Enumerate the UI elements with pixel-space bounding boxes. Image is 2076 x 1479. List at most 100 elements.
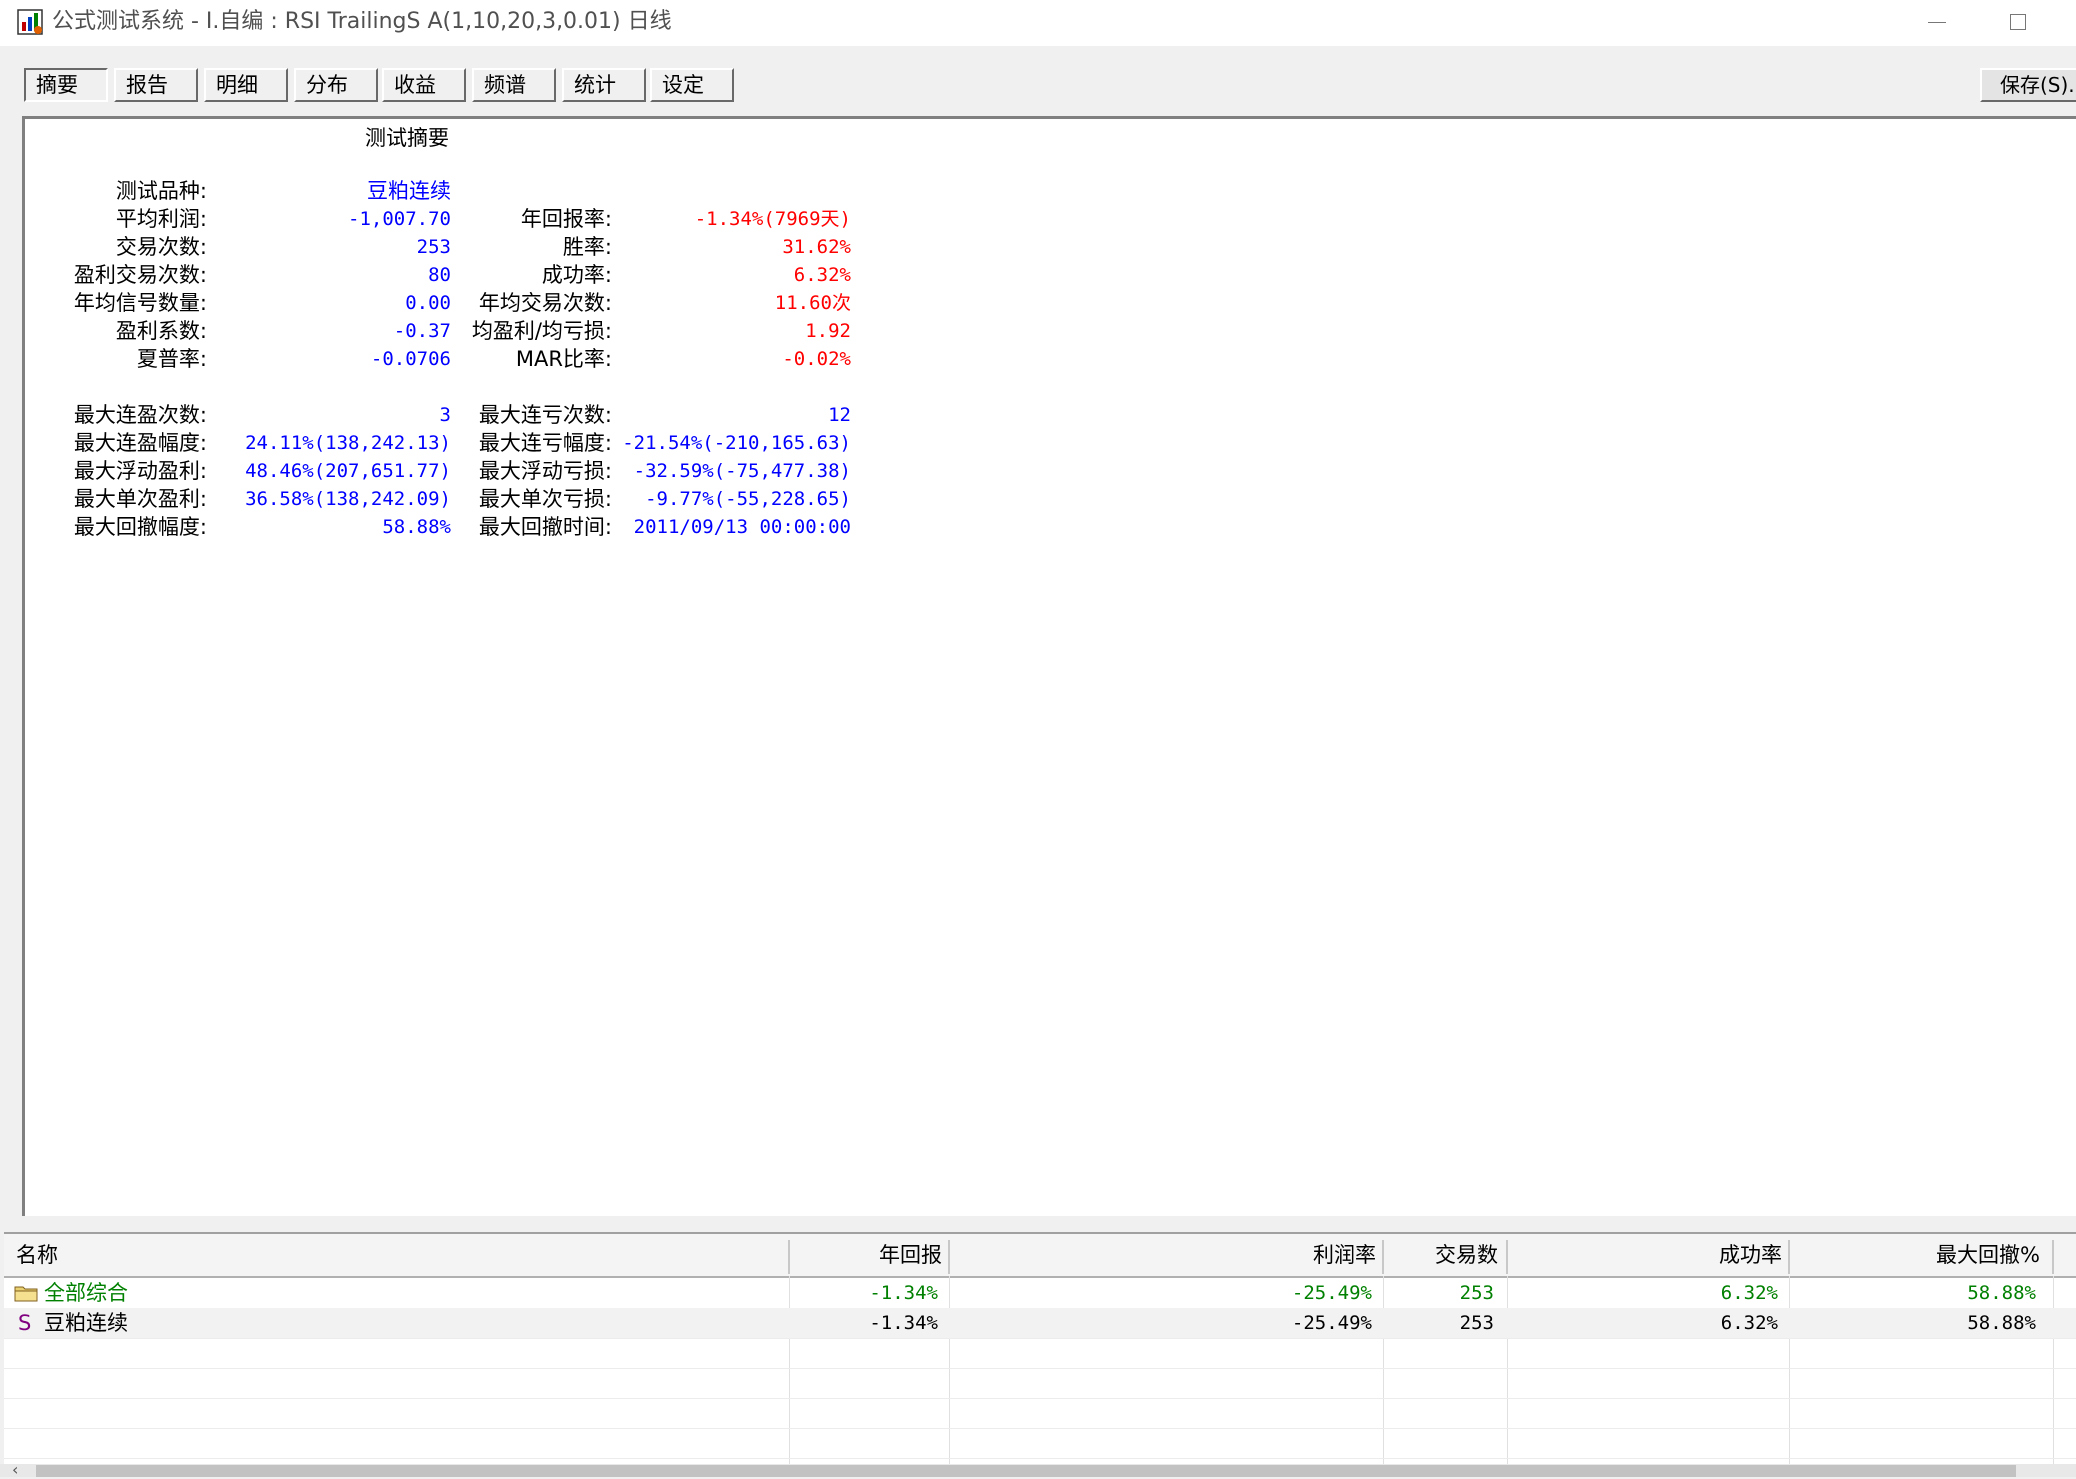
column-divider[interactable] (2052, 1240, 2054, 1274)
max-consec-win-amount-label: 最大连盈幅度: (73, 431, 207, 455)
tab-report[interactable]: 报告 (114, 68, 198, 102)
column-divider[interactable] (788, 1240, 790, 1274)
max-drawdown-time-value: 2011/09/13 00:00:00 (633, 516, 851, 538)
column-divider[interactable] (1788, 1240, 1790, 1274)
instrument-label: 测试品种: (115, 179, 207, 203)
annual-return-label: 年回报率: (520, 207, 612, 231)
tab-distribution[interactable]: 分布 (294, 68, 378, 102)
tab-statistics[interactable]: 统计 (562, 68, 646, 102)
chart-app-icon (17, 9, 43, 35)
column-divider[interactable] (1382, 1240, 1384, 1274)
max-consec-loss-amount-value: -21.54%(-210,165.63) (622, 432, 851, 454)
max-consec-win-amount-value: 24.11%(138,242.13) (245, 432, 451, 454)
annual-trades-value: 11.60次 (774, 292, 851, 314)
tab-detail[interactable]: 明细 (204, 68, 288, 102)
grid-line (4, 1338, 2076, 1339)
avg-win-loss-label: 均盈利/均亏损: (471, 319, 612, 343)
grid-line (4, 1428, 2076, 1429)
row-profit-rate: -25.49% (1291, 1312, 1372, 1334)
grid-line (4, 1398, 2076, 1399)
row-name: 豆粕连续 (44, 1311, 128, 1335)
avg-win-loss-value: 1.92 (805, 320, 851, 342)
tab-summary[interactable]: 摘要 (24, 68, 108, 102)
column-divider[interactable] (1506, 1240, 1508, 1274)
max-drawdown-time-label: 最大回撤时间: (478, 515, 612, 539)
winning-trades-label: 盈利交易次数: (73, 263, 207, 287)
max-consec-losses-value: 12 (828, 404, 851, 426)
row-success-rate: 6.32% (1720, 1312, 1778, 1334)
success-rate-label: 成功率: (541, 263, 612, 287)
win-rate-label: 胜率: (562, 235, 612, 259)
annual-return-value: -1.34%(7969天) (694, 208, 851, 230)
row-max-drawdown: 58.88% (1967, 1282, 2036, 1304)
row-annual-return: -1.34% (869, 1282, 938, 1304)
col-header-max-drawdown[interactable]: 最大回撤% (1936, 1234, 2040, 1276)
max-floating-profit-value: 48.46%(207,651.77) (245, 460, 451, 482)
annual-signals-label: 年均信号数量: (73, 291, 207, 315)
col-header-trade-count[interactable]: 交易数 (1435, 1234, 1498, 1276)
trade-count-label: 交易次数: (115, 235, 207, 259)
col-header-name[interactable]: 名称 (16, 1234, 58, 1276)
row-profit-rate: -25.49% (1291, 1282, 1372, 1304)
trade-count-value: 253 (416, 236, 451, 258)
profit-factor-value: -0.37 (393, 320, 451, 342)
table-row[interactable]: 全部综合 -1.34% -25.49% 253 6.32% 58.88% (4, 1278, 2076, 1308)
row-annual-return: -1.34% (869, 1312, 938, 1334)
window-title: 公式测试系统 - I.自编 : RSI TrailingS A(1,10,20,… (52, 9, 672, 34)
mar-ratio-label: MAR比率: (515, 347, 612, 371)
win-rate-value: 31.62% (782, 236, 851, 258)
row-max-drawdown: 58.88% (1967, 1312, 2036, 1334)
instrument-value: 豆粕连续 (367, 179, 451, 203)
strategy-s-icon: S (18, 1311, 32, 1335)
tab-settings[interactable]: 设定 (650, 68, 734, 102)
summary-panel: 测试摘要 测试品种: 豆粕连续 平均利润: -1,007.70 交易次数: 25… (22, 116, 2076, 1216)
row-success-rate: 6.32% (1720, 1282, 1778, 1304)
title-bar: 公式测试系统 - I.自编 : RSI TrailingS A(1,10,20,… (0, 0, 2076, 46)
col-header-profit-rate[interactable]: 利润率 (1313, 1234, 1376, 1276)
annual-trades-label: 年均交易次数: (478, 291, 612, 315)
save-button[interactable]: 保存(S)... (1980, 68, 2076, 102)
avg-profit-label: 平均利润: (115, 207, 207, 231)
grid-line (4, 1458, 2076, 1459)
max-drawdown-value: 58.88% (382, 516, 451, 538)
results-grid: 名称 年回报 利润率 交易数 成功率 最大回撤% 全部综合 -1.34% -25… (4, 1232, 2076, 1466)
folder-icon (14, 1286, 38, 1302)
max-consec-wins-value: 3 (439, 404, 451, 426)
profit-factor-label: 盈利系数: (115, 319, 207, 343)
max-drawdown-label: 最大回撤幅度: (73, 515, 207, 539)
max-single-loss-label: 最大单次亏损: (478, 487, 612, 511)
table-row[interactable]: S 豆粕连续 -1.34% -25.49% 253 6.32% 58.88% (4, 1308, 2076, 1338)
maximize-button[interactable] (1990, 4, 2046, 40)
annual-signals-value: 0.00 (405, 292, 451, 314)
max-floating-loss-value: -32.59%(-75,477.38) (633, 460, 851, 482)
col-header-annual-return[interactable]: 年回报 (879, 1234, 942, 1276)
tab-spectrum[interactable]: 频谱 (472, 68, 556, 102)
scroll-left-arrow-icon[interactable]: ‹ (12, 1462, 18, 1478)
max-single-loss-value: -9.77%(-55,228.65) (645, 488, 851, 510)
grid-header: 名称 年回报 利润率 交易数 成功率 最大回撤% (4, 1234, 2076, 1278)
max-consec-loss-amount-label: 最大连亏幅度: (478, 431, 612, 455)
winning-trades-value: 80 (428, 264, 451, 286)
row-name: 全部综合 (44, 1281, 128, 1305)
row-trade-count: 253 (1459, 1312, 1494, 1334)
success-rate-value: 6.32% (793, 264, 851, 286)
max-floating-profit-label: 最大浮动盈利: (73, 459, 207, 483)
avg-profit-value: -1,007.70 (348, 208, 451, 230)
column-divider[interactable] (948, 1240, 950, 1274)
row-trade-count: 253 (1459, 1282, 1494, 1304)
minimize-button[interactable] (1910, 4, 1966, 40)
col-header-success-rate[interactable]: 成功率 (1719, 1234, 1782, 1276)
max-floating-loss-label: 最大浮动亏损: (478, 459, 612, 483)
max-single-profit-label: 最大单次盈利: (73, 487, 207, 511)
grid-line (4, 1368, 2076, 1369)
sharpe-label: 夏普率: (136, 347, 207, 371)
mar-ratio-value: -0.02% (782, 348, 851, 370)
max-consec-losses-label: 最大连亏次数: (478, 403, 612, 427)
summary-title: 测试摘要 (365, 126, 449, 150)
tab-bar: 摘要 报告 明细 分布 收益 频谱 统计 设定 (0, 46, 2076, 116)
scrollbar-thumb[interactable] (36, 1465, 2016, 1477)
sharpe-value: -0.0706 (370, 348, 451, 370)
max-single-profit-value: 36.58%(138,242.09) (245, 488, 451, 510)
max-consec-wins-label: 最大连盈次数: (73, 403, 207, 427)
tab-returns[interactable]: 收益 (382, 68, 466, 102)
